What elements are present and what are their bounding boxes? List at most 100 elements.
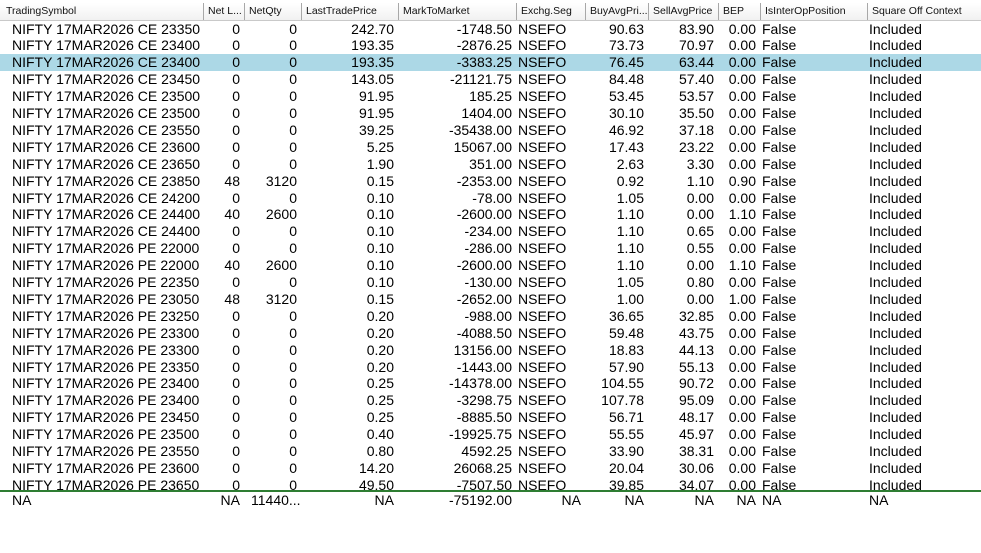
cell-square-off-context: Included [869,274,922,290]
table-row[interactable]: NIFTY 17MAR2026 PE 23400 0 0 0.25 -3298.75 NS… [0,392,981,409]
cell-buy-avg-price: 1.10 [616,206,644,223]
table-row[interactable]: NIFTY 17MAR2026 PE 23550 0 0 0.80 4592.25 NSE… [0,443,981,460]
table-row[interactable]: NIFTY 17MAR2026 PE 23500 0 0 0.40 -19925.75 N… [0,426,981,443]
cell-is-inter-op-position: False [762,206,797,223]
cell-is-inter-op-position: False [762,307,797,324]
cell-net-lots: 0 [232,307,240,324]
cell-last-trade-price: 0.10 [366,240,394,257]
table-row[interactable]: NIFTY 17MAR2026 CE 23550 0 0 39.25 -35438.00… [0,122,981,139]
cell-is-inter-op-position: False [762,105,797,121]
table-row[interactable]: NIFTY 17MAR2026 CE 24400 40 2600 0.10 -2600.… [0,206,981,223]
cell-net-lots: 0 [232,443,240,459]
table-row[interactable]: NIFTY 17MAR2026 PE 22000 0 0 0.10 -286.00 NSE… [0,240,981,257]
cell-net-qty: 0 [289,155,297,172]
cell-bep: 0.00 [728,37,756,54]
table-row[interactable]: NIFTY 17MAR2026 CE 23600 0 0 5.25 15067.00 NS… [0,139,981,156]
cell-last-trade-price: 0.10 [366,189,394,206]
cell-sell-avg-price: 32.85 [678,307,714,324]
cell-buy-avg-price: 73.73 [608,37,644,54]
cell-sell-avg-price: 63.44 [678,54,714,71]
cell-sell-avg-price: 3.30 [686,155,714,172]
table-row[interactable]: NIFTY 17MAR2026 PE 23450 0 0 0.25 -8885.50 NS… [0,409,981,426]
table-row[interactable]: NIFTY 17MAR2026 CE 23850 48 3120 0.15 -2353.… [0,173,981,190]
column-header-is-inter-op-position[interactable]: IsInterOpPosition [761,3,868,20]
cell-net-lots: 0 [232,274,240,290]
cell-buy-avg-price: 36.65 [608,307,644,324]
cell-last-trade-price: 0.80 [366,443,394,459]
cell-trading-symbol: NIFTY 17MAR2026 CE 23350 [12,20,201,37]
footer-cell-buy-avg-price: NA [624,492,644,508]
column-header-exchg-seg[interactable]: Exchg.Seg [517,3,586,20]
cell-sell-avg-price: 38.31 [678,443,714,459]
footer-cell-mark-to-market: -75192.00 [448,492,512,508]
cell-square-off-context: Included [869,341,922,358]
table-row[interactable]: NIFTY 17MAR2026 CE 24200 0 0 0.10 -78.00 NSEF… [0,190,981,207]
cell-net-lots: 0 [232,358,240,375]
cell-exchg-seg: NSEFO [518,409,567,426]
footer-cell-last-trade-price: NA [374,492,394,508]
column-header-mark-to-market[interactable]: MarkToMarket [399,3,517,20]
cell-net-lots: 0 [232,426,240,443]
footer-cell-trading-symbol: NA [12,492,32,508]
column-header-buy-avg-price[interactable]: BuyAvgPri... [586,3,649,20]
cell-bep: 0.00 [728,409,756,426]
cell-square-off-context: Included [869,375,922,392]
cell-square-off-context: Included [869,443,922,459]
column-header-last-trade-price[interactable]: LastTradePrice [302,3,399,20]
cell-trading-symbol: NIFTY 17MAR2026 CE 23850 [12,172,201,189]
cell-buy-avg-price: 1.00 [616,290,644,307]
cell-net-lots: 0 [232,105,240,121]
table-row[interactable]: NIFTY 17MAR2026 PE 23350 0 0 0.20 -1443.00 NS… [0,359,981,376]
cell-sell-avg-price: 0.65 [686,223,714,240]
column-header-trading-symbol[interactable]: TradingSymbol [2,3,204,20]
footer-cell-bep: NA [736,492,756,508]
positions-grid[interactable]: TradingSymbol Net L... NetQty LastTradePric… [0,0,981,553]
cell-sell-avg-price: 55.13 [678,358,714,375]
cell-is-inter-op-position: False [762,172,797,189]
cell-is-inter-op-position: False [762,37,797,54]
column-header-net-lots[interactable]: Net L... [204,3,245,20]
table-row[interactable]: NIFTY 17MAR2026 CE 23500 0 0 91.95 1404.00 NS… [0,105,981,122]
table-row-selected[interactable]: NIFTY 17MAR2026 CE 23400 0 0 193.35 -3383.25… [0,54,981,72]
cell-square-off-context: Included [869,307,922,324]
cell-is-inter-op-position: False [762,443,797,459]
cell-trading-symbol: NIFTY 17MAR2026 PE 23350 [12,358,200,375]
table-row[interactable]: NIFTY 17MAR2026 CE 23400 0 0 193.35 -2876.25… [0,37,981,54]
cell-last-trade-price: 5.25 [366,138,394,155]
cell-trading-symbol: NIFTY 17MAR2026 PE 23450 [12,409,200,426]
cell-bep: 0.00 [728,71,756,88]
cell-net-lots: 0 [232,375,240,392]
cell-last-trade-price: 0.20 [366,341,394,358]
table-row[interactable]: NIFTY 17MAR2026 PE 22350 0 0 0.10 -130.00 NSE… [0,274,981,291]
column-header-net-qty[interactable]: NetQty [245,3,302,20]
table-row[interactable]: NIFTY 17MAR2026 PE 23050 48 3120 0.15 -2652.… [0,291,981,308]
cell-mark-to-market: -130.00 [464,274,512,290]
cell-is-inter-op-position: False [762,341,797,358]
cell-mark-to-market: 15067.00 [453,138,512,155]
column-header-square-off-context[interactable]: Square Off Context [868,3,981,20]
column-header-sell-avg-price[interactable]: SellAvgPrice [649,3,719,20]
cell-square-off-context: Included [869,189,922,206]
cell-net-lots: 0 [232,409,240,426]
table-row[interactable]: NIFTY 17MAR2026 PE 23250 0 0 0.20 -988.00 NSE… [0,308,981,325]
cell-net-qty: 0 [289,189,297,206]
table-row[interactable]: NIFTY 17MAR2026 CE 24400 0 0 0.10 -234.00 NSE… [0,223,981,240]
table-row[interactable]: NIFTY 17MAR2026 CE 23450 0 0 143.05 -21121.7… [0,71,981,88]
cell-mark-to-market: 1404.00 [461,105,512,121]
footer-cell-net-lots: NA [220,492,240,508]
table-row[interactable]: NIFTY 17MAR2026 CE 23350 0 0 242.70 -1748.50… [0,21,981,38]
column-header-bep[interactable]: BEP [719,3,761,20]
cell-mark-to-market: -2600.00 [456,206,512,223]
table-row[interactable]: NIFTY 17MAR2026 PE 23300 0 0 0.20 13156.00 NS… [0,342,981,359]
cell-square-off-context: Included [869,37,922,54]
cell-net-qty: 0 [289,409,297,426]
cell-net-lots: 0 [232,37,240,54]
table-row[interactable]: NIFTY 17MAR2026 CE 23500 0 0 91.95 185.25 NSE… [0,88,981,105]
table-row[interactable]: NIFTY 17MAR2026 CE 23650 0 0 1.90 351.00 NSEF… [0,156,981,173]
cell-net-lots: 0 [232,54,240,71]
cell-sell-avg-price: 37.18 [678,121,714,138]
table-row[interactable]: NIFTY 17MAR2026 PE 22000 40 2600 0.10 -2600.… [0,257,981,274]
table-row[interactable]: NIFTY 17MAR2026 PE 23600 0 0 14.20 26068.25 N… [0,460,981,477]
table-row[interactable]: NIFTY 17MAR2026 PE 23300 0 0 0.20 -4088.50 NS… [0,325,981,342]
table-row[interactable]: NIFTY 17MAR2026 PE 23400 0 0 0.25 -14378.00 N… [0,375,981,392]
